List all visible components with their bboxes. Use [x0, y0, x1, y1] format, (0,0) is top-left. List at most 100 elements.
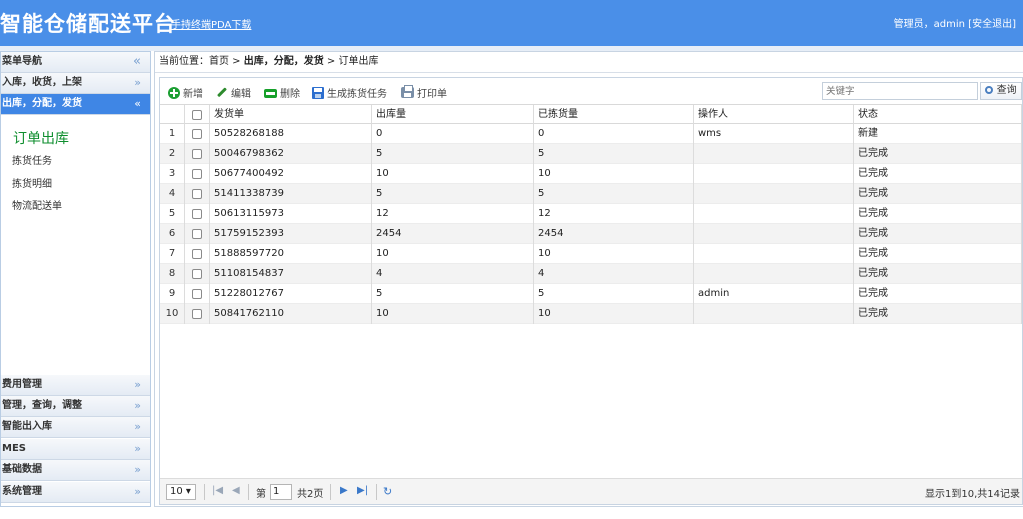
- sidebar-item-label: 基础数据: [2, 464, 42, 475]
- sidebar-item-label: 智能出入库: [2, 421, 52, 432]
- row-checkbox[interactable]: [185, 144, 210, 164]
- row-number: 2: [160, 144, 185, 164]
- table-row[interactable]: 3 50677400492 10 10 已完成: [160, 164, 1022, 184]
- search-icon: [985, 86, 994, 94]
- sidebar-item-system[interactable]: 系统管理 »: [1, 482, 150, 503]
- sidebar-item-inbound[interactable]: 入库，收货，上架 »: [1, 73, 150, 94]
- submenu-item-picking-task[interactable]: 拣货任务: [12, 152, 52, 167]
- breadcrumb-separator: >: [229, 56, 244, 67]
- row-checkbox[interactable]: [185, 264, 210, 284]
- user-info-logout[interactable]: 管理员，admin [安全退出]: [894, 15, 1016, 30]
- cell-order-no: 50046798362: [210, 144, 372, 164]
- row-checkbox[interactable]: [185, 184, 210, 204]
- submenu-item-picking-detail[interactable]: 拣货明细: [12, 175, 52, 190]
- pda-download-link[interactable]: 手持终端PDA下载: [171, 16, 251, 31]
- cell-qty: 0: [372, 124, 534, 144]
- checkbox-icon: [192, 309, 202, 319]
- main-content: 当前位置：首页 > 出库，分配，发货 > 订单出库 新增 编辑 删除 生成拣货任…: [154, 51, 1023, 507]
- table-row[interactable]: 10 50841762110 10 10 已完成: [160, 304, 1022, 324]
- table-row[interactable]: 7 51888597720 10 10 已完成: [160, 244, 1022, 264]
- table-row[interactable]: 5 50613115973 12 12 已完成: [160, 204, 1022, 224]
- row-number: 10: [160, 304, 185, 324]
- refresh-icon[interactable]: ↻: [383, 485, 392, 498]
- cell-qty: 10: [372, 164, 534, 184]
- breadcrumb-home[interactable]: 首页: [209, 56, 229, 67]
- first-page-icon[interactable]: |◀: [212, 485, 223, 496]
- add-icon: [168, 86, 180, 99]
- checkbox-icon: [192, 209, 202, 219]
- column-header-operator[interactable]: 操作人: [694, 105, 854, 125]
- column-header-order[interactable]: 发货单: [210, 105, 372, 125]
- submenu-item-logistics-order[interactable]: 物流配送单: [12, 197, 62, 212]
- checkbox-icon: [192, 110, 202, 120]
- table-row[interactable]: 4 51411338739 5 5 已完成: [160, 184, 1022, 204]
- cell-status: 已完成: [854, 204, 1022, 224]
- row-checkbox[interactable]: [185, 304, 210, 324]
- sidebar: 菜单导航 « 入库，收货，上架 » 出库，分配，发货 « 订单出库 拣货任务 拣…: [0, 51, 151, 507]
- print-button-label: 打印单: [417, 89, 447, 100]
- search-input[interactable]: [822, 82, 978, 100]
- row-number: 9: [160, 284, 185, 304]
- row-checkbox[interactable]: [185, 164, 210, 184]
- breadcrumb-current: 订单出库: [338, 56, 379, 67]
- sidebar-item-smart-io[interactable]: 智能出入库 »: [1, 417, 150, 438]
- table-row[interactable]: 9 51228012767 5 5 admin 已完成: [160, 284, 1022, 304]
- table-row[interactable]: 6 51759152393 2454 2454 已完成: [160, 224, 1022, 244]
- sidebar-item-outbound[interactable]: 出库，分配，发货 «: [1, 94, 150, 115]
- row-checkbox[interactable]: [185, 224, 210, 244]
- breadcrumb-section[interactable]: 出库，分配，发货: [244, 56, 324, 67]
- cell-operator: [694, 144, 854, 164]
- add-button[interactable]: 新增: [168, 85, 203, 100]
- print-button[interactable]: 打印单: [401, 85, 447, 100]
- cell-status: 已完成: [854, 224, 1022, 244]
- column-header-qty[interactable]: 出库量: [372, 105, 534, 125]
- row-number: 8: [160, 264, 185, 284]
- checkbox-icon: [192, 289, 202, 299]
- cell-picked-qty: 4: [534, 264, 694, 284]
- sidebar-item-base-data[interactable]: 基础数据 »: [1, 460, 150, 481]
- edit-button[interactable]: 编辑: [216, 85, 251, 100]
- page-number-input[interactable]: 1: [270, 484, 292, 500]
- cell-operator: [694, 184, 854, 204]
- select-all-checkbox[interactable]: [185, 105, 210, 125]
- page-total: 共2页: [297, 489, 324, 500]
- cell-qty: 12: [372, 204, 534, 224]
- pencil-icon: [214, 84, 231, 101]
- row-checkbox[interactable]: [185, 124, 210, 144]
- next-page-icon[interactable]: ▶: [340, 485, 348, 496]
- cell-picked-qty: 10: [534, 164, 694, 184]
- table-row[interactable]: 2 50046798362 5 5 已完成: [160, 144, 1022, 164]
- cell-qty: 5: [372, 144, 534, 164]
- cell-operator: [694, 164, 854, 184]
- cell-status: 已完成: [854, 304, 1022, 324]
- sidebar-item-label: 费用管理: [2, 379, 42, 390]
- delete-button[interactable]: 删除: [264, 85, 300, 100]
- column-header-picked[interactable]: 已拣货量: [534, 105, 694, 125]
- row-checkbox[interactable]: [185, 204, 210, 224]
- column-header-status[interactable]: 状态: [854, 105, 1022, 125]
- cell-order-no: 51759152393: [210, 224, 372, 244]
- sidebar-item-manage[interactable]: 管理，查询，调整 »: [1, 396, 150, 417]
- sidebar-item-mes[interactable]: MES »: [1, 439, 150, 460]
- table-row[interactable]: 8 51108154837 4 4 已完成: [160, 264, 1022, 284]
- double-chevron-left-icon[interactable]: «: [133, 52, 141, 72]
- breadcrumb: 当前位置：首页 > 出库，分配，发货 > 订单出库: [155, 52, 1023, 73]
- generate-picking-task-button[interactable]: 生成拣货任务: [312, 85, 387, 100]
- cell-operator: admin: [694, 284, 854, 304]
- cell-qty: 2454: [372, 224, 534, 244]
- last-page-icon[interactable]: ▶|: [357, 485, 368, 496]
- submenu-item-order-outbound[interactable]: 订单出库: [13, 128, 69, 148]
- cell-order-no: 51228012767: [210, 284, 372, 304]
- prev-page-icon[interactable]: ◀: [232, 485, 240, 496]
- sidebar-item-fees[interactable]: 费用管理 »: [1, 375, 150, 396]
- search-button[interactable]: 查询: [980, 82, 1022, 100]
- page-size-select[interactable]: 10 ▾: [166, 484, 196, 500]
- row-checkbox[interactable]: [185, 244, 210, 264]
- checkbox-icon: [192, 129, 202, 139]
- pagination-bar: 10 ▾ |◀ ◀ 第 1 共2页 ▶ ▶| ↻ 显示1到10,共14记录: [160, 478, 1022, 504]
- double-chevron-up-icon: «: [134, 97, 141, 110]
- table-row[interactable]: 1 50528268188 0 0 wms 新建: [160, 124, 1022, 144]
- toolbar: 新增 编辑 删除 生成拣货任务 打印单 查询: [160, 78, 1022, 104]
- row-checkbox[interactable]: [185, 284, 210, 304]
- checkbox-icon: [192, 229, 202, 239]
